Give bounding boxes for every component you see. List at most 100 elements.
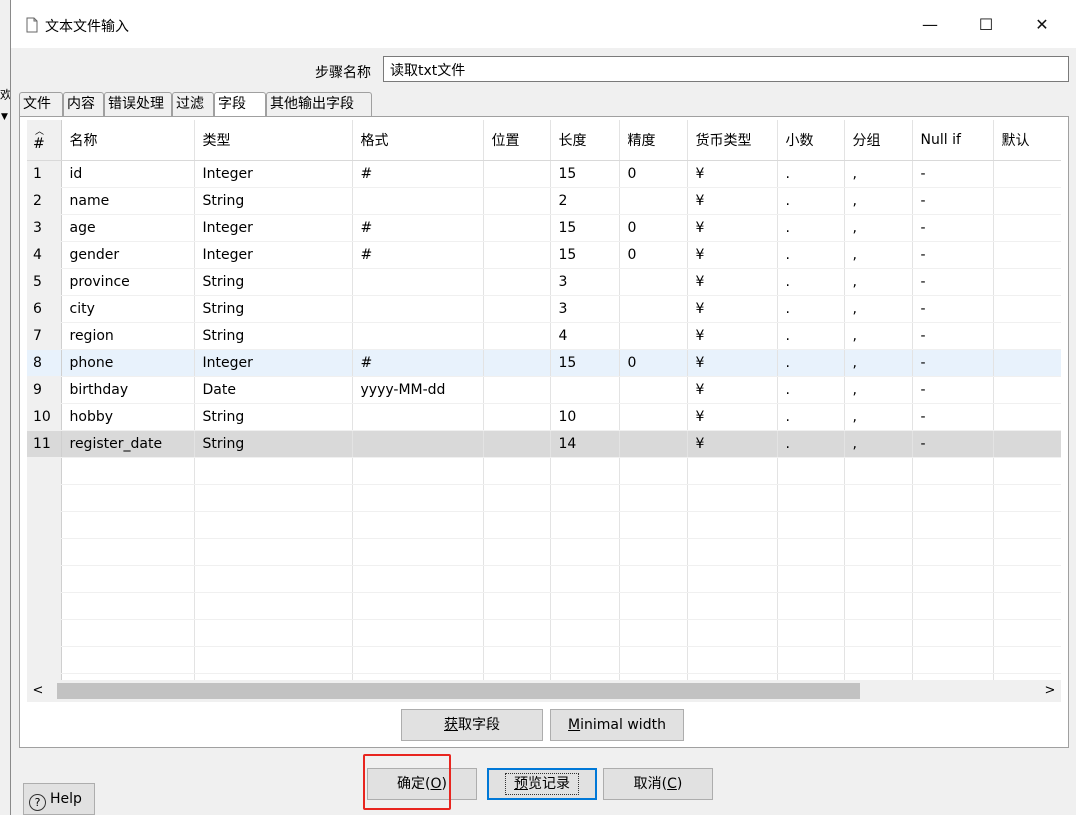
table-row[interactable]: 7 region String 4 ¥., - [27,322,1061,350]
cell-name[interactable]: birthday [61,376,195,404]
help-button[interactable]: ? Help [23,783,95,815]
scrollbar-thumb[interactable] [57,683,860,699]
cell-length[interactable]: 4 [550,322,620,350]
cell-position[interactable] [483,187,551,215]
cell-grouping[interactable]: , [844,349,913,377]
cell-format[interactable]: yyyy-MM-dd [352,376,484,404]
cell-decimal[interactable]: . [777,187,845,215]
cell-decimal[interactable]: . [777,376,845,404]
table-row[interactable]: 5 province String 3 ¥., - [27,268,1061,296]
cell-name[interactable]: register_date [61,430,195,458]
cell-grouping[interactable]: , [844,160,913,188]
cell-currency[interactable]: ¥ [687,214,778,242]
cell-decimal[interactable]: . [777,160,845,188]
cell-null-if[interactable]: - [912,187,994,215]
cell-currency[interactable]: ¥ [687,349,778,377]
cell-type[interactable]: Integer [194,349,353,377]
cell-currency[interactable]: ¥ [687,403,778,431]
table-row[interactable]: 3 age Integer #15 0 ¥., - [27,214,1061,242]
cell-format[interactable] [352,295,484,323]
table-row[interactable]: 11 register_date String 14 ¥., - [27,430,1061,458]
horizontal-scrollbar[interactable]: < > [27,680,1061,702]
cell-position[interactable] [483,430,551,458]
table-row[interactable]: 1 id Integer #15 0 ¥., - [27,160,1061,188]
cell-precision[interactable]: 0 [619,241,688,269]
column-header-type[interactable]: 类型 [194,120,353,161]
cell-decimal[interactable]: . [777,268,845,296]
cell-type[interactable]: String [194,268,353,296]
table-row[interactable]: 2 name String 2 ¥., - [27,187,1061,215]
column-header-length[interactable]: 长度 [550,120,620,161]
table-row[interactable]: 8 phone Integer #15 0 ¥., - [27,349,1061,377]
cell-null-if[interactable]: - [912,241,994,269]
cell-name[interactable]: region [61,322,195,350]
cell-default[interactable] [993,430,1061,458]
cancel-button[interactable]: 取消(C) [603,768,713,800]
column-header-null-if[interactable]: Null if [912,120,994,161]
column-header-currency[interactable]: 货币类型 [687,120,778,161]
column-header-position[interactable]: 位置 [483,120,551,161]
cell-name[interactable]: id [61,160,195,188]
cell-position[interactable] [483,376,551,404]
tab-content[interactable]: 内容 [63,92,104,116]
cell-grouping[interactable]: , [844,241,913,269]
cell-position[interactable] [483,322,551,350]
cell-grouping[interactable]: , [844,295,913,323]
cell-type[interactable]: Integer [194,214,353,242]
tab-error-handling[interactable]: 错误处理 [104,92,172,116]
cell-decimal[interactable]: . [777,295,845,323]
cell-null-if[interactable]: - [912,349,994,377]
cell-format[interactable] [352,322,484,350]
cell-currency[interactable]: ¥ [687,241,778,269]
cell-name[interactable]: gender [61,241,195,269]
cell-precision[interactable]: 0 [619,349,688,377]
cell-length[interactable]: 15 [550,214,620,242]
cell-default[interactable] [993,403,1061,431]
cell-precision[interactable]: 0 [619,214,688,242]
cell-format[interactable]: # [352,214,484,242]
cell-type[interactable]: String [194,187,353,215]
cell-decimal[interactable]: . [777,403,845,431]
minimal-width-button[interactable]: Minimal width [550,709,684,741]
cell-default[interactable] [993,349,1061,377]
cell-grouping[interactable]: , [844,430,913,458]
cell-position[interactable] [483,241,551,269]
cell-precision[interactable]: 0 [619,160,688,188]
cell-grouping[interactable]: , [844,214,913,242]
fields-table[interactable]: ︿ # 名称 类型 格式 位置 长度 精度 货币类型 小数 分组 Null if … [27,120,1061,680]
maximize-button[interactable]: ☐ [963,10,1009,40]
cell-length[interactable]: 15 [550,349,620,377]
cell-format[interactable]: # [352,349,484,377]
minimize-button[interactable]: — [907,10,953,40]
tab-other-output-fields[interactable]: 其他输出字段 [266,92,372,116]
cell-length[interactable]: 15 [550,160,620,188]
column-header-precision[interactable]: 精度 [619,120,688,161]
close-button[interactable]: ✕ [1019,10,1065,40]
cell-default[interactable] [993,376,1061,404]
cell-null-if[interactable]: - [912,376,994,404]
cell-null-if[interactable]: - [912,430,994,458]
column-header-grouping[interactable]: 分组 [844,120,913,161]
cell-null-if[interactable]: - [912,160,994,188]
cell-length[interactable]: 3 [550,295,620,323]
cell-grouping[interactable]: , [844,268,913,296]
cell-null-if[interactable]: - [912,268,994,296]
cell-null-if[interactable]: - [912,403,994,431]
cell-precision[interactable] [619,403,688,431]
cell-length[interactable]: 2 [550,187,620,215]
cell-type[interactable]: Date [194,376,353,404]
cell-currency[interactable]: ¥ [687,295,778,323]
cell-type[interactable]: String [194,322,353,350]
cell-precision[interactable] [619,268,688,296]
cell-position[interactable] [483,295,551,323]
cell-grouping[interactable]: , [844,403,913,431]
tab-file[interactable]: 文件 [19,92,63,116]
cell-format[interactable] [352,403,484,431]
cell-format[interactable] [352,268,484,296]
cell-format[interactable]: # [352,241,484,269]
cell-grouping[interactable]: , [844,187,913,215]
cell-precision[interactable] [619,376,688,404]
cell-currency[interactable]: ¥ [687,430,778,458]
cell-decimal[interactable]: . [777,430,845,458]
cell-type[interactable]: String [194,403,353,431]
